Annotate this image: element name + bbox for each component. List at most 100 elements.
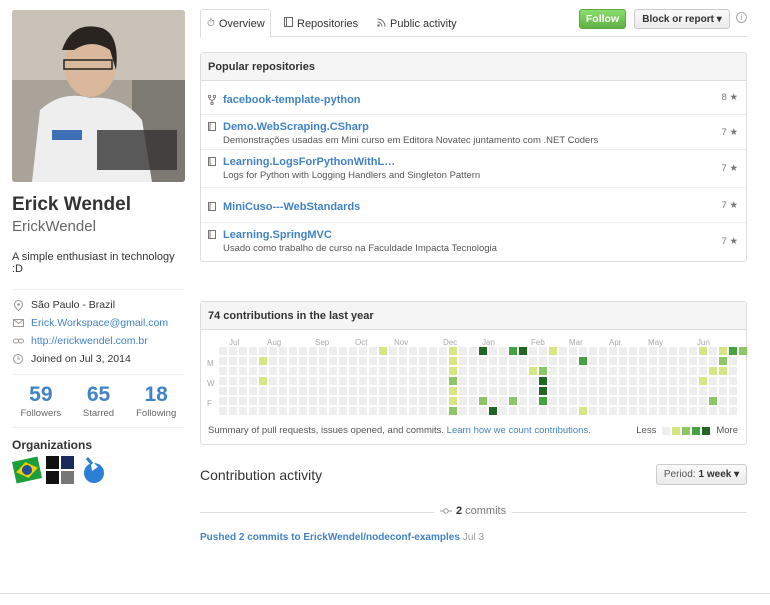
contribution-day-cell[interactable] xyxy=(379,357,387,365)
contribution-day-cell[interactable] xyxy=(459,367,467,375)
contribution-day-cell[interactable] xyxy=(289,387,297,395)
contribution-day-cell[interactable] xyxy=(419,367,427,375)
contribution-day-cell[interactable] xyxy=(719,347,727,355)
contribution-day-cell[interactable] xyxy=(349,407,357,415)
contribution-day-cell[interactable] xyxy=(349,377,357,385)
contribution-day-cell[interactable] xyxy=(699,397,707,405)
contribution-day-cell[interactable] xyxy=(659,367,667,375)
contribution-day-cell[interactable] xyxy=(439,367,447,375)
contribution-day-cell[interactable] xyxy=(249,347,257,355)
contribution-day-cell[interactable] xyxy=(699,357,707,365)
contribution-day-cell[interactable] xyxy=(439,347,447,355)
contribution-day-cell[interactable] xyxy=(319,377,327,385)
contribution-day-cell[interactable] xyxy=(469,377,477,385)
contribution-day-cell[interactable] xyxy=(449,387,457,395)
contribution-day-cell[interactable] xyxy=(519,367,527,375)
repo-row[interactable]: Learning.SpringMVC Usado como trabalho de… xyxy=(201,223,746,261)
contribution-day-cell[interactable] xyxy=(299,347,307,355)
contribution-day-cell[interactable] xyxy=(399,407,407,415)
contribution-day-cell[interactable] xyxy=(369,367,377,375)
contribution-day-cell[interactable] xyxy=(349,357,357,365)
contribution-day-cell[interactable] xyxy=(449,347,457,355)
contribution-day-cell[interactable] xyxy=(269,387,277,395)
contribution-day-cell[interactable] xyxy=(269,357,277,365)
contribution-day-cell[interactable] xyxy=(629,407,637,415)
contribution-day-cell[interactable] xyxy=(619,407,627,415)
contribution-day-cell[interactable] xyxy=(599,377,607,385)
contribution-day-cell[interactable] xyxy=(599,387,607,395)
contribution-day-cell[interactable] xyxy=(709,407,717,415)
contribution-day-cell[interactable] xyxy=(399,387,407,395)
contribution-day-cell[interactable] xyxy=(679,397,687,405)
contribution-day-cell[interactable] xyxy=(509,397,517,405)
contribution-day-cell[interactable] xyxy=(359,357,367,365)
contribution-day-cell[interactable] xyxy=(719,397,727,405)
email-link[interactable]: Erick.Workspace@gmail.com xyxy=(31,317,168,329)
contribution-day-cell[interactable] xyxy=(439,397,447,405)
contribution-day-cell[interactable] xyxy=(529,387,537,395)
contribution-day-cell[interactable] xyxy=(379,397,387,405)
contribution-day-cell[interactable] xyxy=(389,377,397,385)
website-link[interactable]: http://erickwendel.com.br xyxy=(31,335,148,347)
contribution-day-cell[interactable] xyxy=(549,367,557,375)
contribution-day-cell[interactable] xyxy=(459,357,467,365)
tab-repositories[interactable]: Repositories xyxy=(278,9,364,38)
contribution-day-cell[interactable] xyxy=(579,407,587,415)
contribution-day-cell[interactable] xyxy=(299,357,307,365)
contribution-day-cell[interactable] xyxy=(349,367,357,375)
contribution-day-cell[interactable] xyxy=(509,377,517,385)
contribution-day-cell[interactable] xyxy=(329,407,337,415)
contribution-day-cell[interactable] xyxy=(299,387,307,395)
org-avatar-blue-drop[interactable] xyxy=(78,455,108,485)
contribution-day-cell[interactable] xyxy=(309,377,317,385)
contribution-day-cell[interactable] xyxy=(449,367,457,375)
contribution-day-cell[interactable] xyxy=(609,347,617,355)
contribution-day-cell[interactable] xyxy=(679,407,687,415)
contribution-day-cell[interactable] xyxy=(589,407,597,415)
contribution-day-cell[interactable] xyxy=(259,377,267,385)
contribution-day-cell[interactable] xyxy=(359,377,367,385)
contribution-day-cell[interactable] xyxy=(429,347,437,355)
contribution-day-cell[interactable] xyxy=(389,367,397,375)
contribution-day-cell[interactable] xyxy=(439,357,447,365)
contribution-day-cell[interactable] xyxy=(729,397,737,405)
contribution-day-cell[interactable] xyxy=(329,357,337,365)
contribution-day-cell[interactable] xyxy=(489,397,497,405)
contribution-day-cell[interactable] xyxy=(409,367,417,375)
contribution-day-cell[interactable] xyxy=(229,367,237,375)
contribution-day-cell[interactable] xyxy=(489,357,497,365)
contribution-day-cell[interactable] xyxy=(229,397,237,405)
contribution-day-cell[interactable] xyxy=(519,407,527,415)
contribution-day-cell[interactable] xyxy=(429,407,437,415)
contribution-day-cell[interactable] xyxy=(219,357,227,365)
contribution-day-cell[interactable] xyxy=(679,377,687,385)
contribution-day-cell[interactable] xyxy=(669,367,677,375)
contribution-day-cell[interactable] xyxy=(629,377,637,385)
contribution-day-cell[interactable] xyxy=(539,357,547,365)
contribution-day-cell[interactable] xyxy=(669,387,677,395)
contribution-day-cell[interactable] xyxy=(519,347,527,355)
contribution-day-cell[interactable] xyxy=(569,367,577,375)
contribution-day-cell[interactable] xyxy=(309,397,317,405)
contribution-day-cell[interactable] xyxy=(509,407,517,415)
contribution-day-cell[interactable] xyxy=(629,397,637,405)
contribution-day-cell[interactable] xyxy=(469,367,477,375)
contribution-day-cell[interactable] xyxy=(499,357,507,365)
contribution-day-cell[interactable] xyxy=(489,407,497,415)
contribution-day-cell[interactable] xyxy=(659,357,667,365)
contribution-day-cell[interactable] xyxy=(619,377,627,385)
contribution-day-cell[interactable] xyxy=(609,357,617,365)
contribution-day-cell[interactable] xyxy=(559,367,567,375)
contribution-day-cell[interactable] xyxy=(379,387,387,395)
contribution-day-cell[interactable] xyxy=(429,357,437,365)
contribution-day-cell[interactable] xyxy=(249,387,257,395)
contribution-day-cell[interactable] xyxy=(339,347,347,355)
contribution-day-cell[interactable] xyxy=(729,377,737,385)
contribution-day-cell[interactable] xyxy=(709,387,717,395)
contribution-day-cell[interactable] xyxy=(289,407,297,415)
period-select[interactable]: Period: 1 week ▾ xyxy=(656,464,747,485)
repo-row[interactable]: Learning.LogsForPythonWithL… Logs for Pyt… xyxy=(201,150,746,188)
contribution-day-cell[interactable] xyxy=(699,407,707,415)
contribution-day-cell[interactable] xyxy=(469,407,477,415)
contribution-day-cell[interactable] xyxy=(669,347,677,355)
